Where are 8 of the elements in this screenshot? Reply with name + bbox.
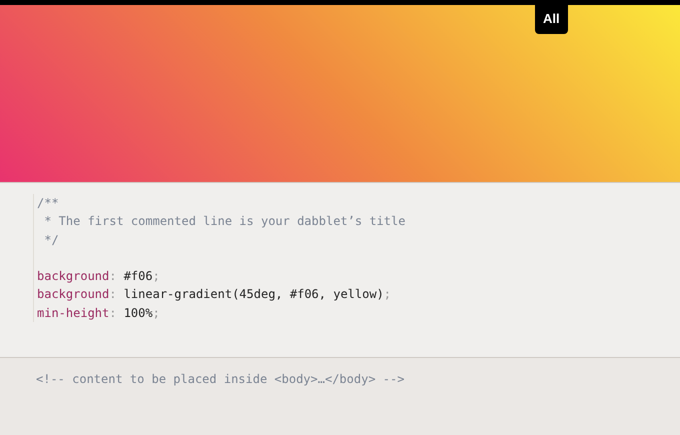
code-line: background: #f06;: [37, 268, 161, 286]
code-line: min-height: 100%;: [37, 304, 161, 322]
code-line: background: linear-gradient(45deg, #f06, yellow);: [37, 286, 392, 304]
code-comment: <!-- content to be placed inside <body>…</body> -->: [36, 371, 406, 388]
code-comment: */: [43, 232, 60, 249]
code-comment: * The first commented line is your dabblet’s title: [43, 213, 406, 230]
code-comment: /**: [37, 195, 60, 212]
view-tab[interactable]: All: [535, 5, 568, 34]
